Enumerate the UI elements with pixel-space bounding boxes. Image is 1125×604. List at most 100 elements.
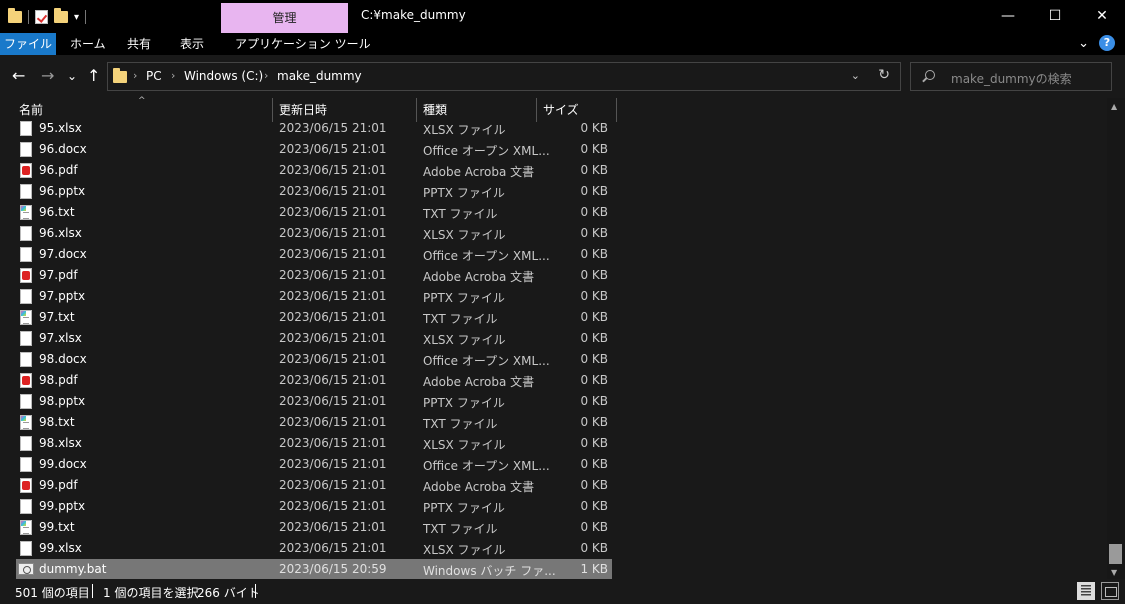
column-header: ^ 名前 更新日時 種類 サイズ [0, 96, 1107, 122]
tab-home[interactable]: ホーム [60, 33, 116, 55]
doc-file-icon [20, 121, 32, 136]
file-date: 2023/06/15 21:01 [279, 499, 387, 513]
selection-size: 266 バイト [197, 586, 260, 600]
vertical-scrollbar[interactable]: ▲ ▼ [1107, 98, 1125, 579]
search-input[interactable]: make_dummyの検索 [910, 62, 1112, 91]
breadcrumb-pc[interactable]: PC [146, 69, 162, 83]
file-row[interactable]: 97.xlsx 2023/06/15 21:01 XLSX ファイル 0 KB [16, 328, 612, 349]
bat-file-icon [18, 563, 34, 575]
file-row[interactable]: 98.txt 2023/06/15 21:01 TXT ファイル 0 KB [16, 412, 612, 433]
file-row[interactable]: 96.xlsx 2023/06/15 21:01 XLSX ファイル 0 KB [16, 223, 612, 244]
file-size: 1 KB [580, 562, 608, 576]
file-date: 2023/06/15 20:59 [279, 562, 387, 576]
file-type: Adobe Acroba 文書 [423, 165, 535, 179]
file-size: 0 KB [580, 163, 608, 177]
column-size[interactable]: サイズ [543, 101, 579, 118]
file-name: 96.pptx [39, 184, 86, 198]
file-row[interactable]: 99.docx 2023/06/15 21:01 Office オープン XML..… [16, 454, 612, 475]
up-button[interactable]: ↑ [87, 65, 100, 87]
new-folder-icon[interactable] [54, 8, 68, 23]
file-date: 2023/06/15 21:01 [279, 331, 387, 345]
file-type: PPTX ファイル [423, 291, 505, 305]
address-dropdown-icon[interactable]: ⌄ [851, 69, 860, 82]
txt-file-icon [20, 415, 32, 430]
column-divider[interactable] [416, 98, 417, 122]
file-row[interactable]: 96.txt 2023/06/15 21:01 TXT ファイル 0 KB [16, 202, 612, 223]
file-size: 0 KB [580, 289, 608, 303]
recent-locations-button[interactable]: ⌄ [67, 65, 77, 87]
column-divider[interactable] [536, 98, 537, 122]
sort-ascending-icon: ^ [138, 96, 146, 106]
scroll-up-icon[interactable]: ▲ [1111, 102, 1117, 111]
breadcrumb-separator: › [264, 69, 269, 82]
refresh-icon[interactable]: ↻ [878, 67, 890, 83]
file-row[interactable]: 96.pdf 2023/06/15 21:01 Adobe Acroba 文書 0 K… [16, 160, 612, 181]
file-row[interactable]: 96.pptx 2023/06/15 21:01 PPTX ファイル 0 KB [16, 181, 612, 202]
file-size: 0 KB [580, 520, 608, 534]
file-row[interactable]: 98.pdf 2023/06/15 21:01 Adobe Acroba 文書 0 K… [16, 370, 612, 391]
address-bar[interactable]: › PC › Windows (C:) › make_dummy ⌄ ↻ [107, 62, 901, 91]
file-type: Adobe Acroba 文書 [423, 375, 535, 389]
file-size: 0 KB [580, 142, 608, 156]
pdf-file-icon [20, 373, 32, 388]
scroll-thumb[interactable] [1109, 544, 1122, 564]
search-icon [925, 70, 935, 80]
doc-file-icon [20, 499, 32, 514]
file-date: 2023/06/15 21:01 [279, 184, 387, 198]
column-date[interactable]: 更新日時 [279, 101, 327, 118]
file-row[interactable]: 97.pptx 2023/06/15 21:01 PPTX ファイル 0 KB [16, 286, 612, 307]
status-divider [92, 584, 93, 598]
file-type: PPTX ファイル [423, 186, 505, 200]
customize-toolbar-icon[interactable]: ▾ [74, 12, 79, 23]
file-row[interactable]: 97.docx 2023/06/15 21:01 Office オープン XML..… [16, 244, 612, 265]
expand-ribbon-icon[interactable]: ⌄ [1078, 36, 1089, 51]
file-row[interactable]: 99.xlsx 2023/06/15 21:01 XLSX ファイル 0 KB [16, 538, 612, 559]
tab-share[interactable]: 共有 [117, 33, 161, 55]
forward-button[interactable]: → [41, 65, 54, 87]
file-type: PPTX ファイル [423, 396, 505, 410]
file-type: Windows バッチ ファ... [423, 564, 556, 578]
file-row[interactable]: 99.txt 2023/06/15 21:01 TXT ファイル 0 KB [16, 517, 612, 538]
scroll-down-icon[interactable]: ▼ [1111, 568, 1117, 577]
file-size: 0 KB [580, 352, 608, 366]
file-row[interactable]: dummy.bat 2023/06/15 20:59 Windows バッチ ファ.… [16, 559, 612, 579]
file-row[interactable]: 97.pdf 2023/06/15 21:01 Adobe Acroba 文書 0 K… [16, 265, 612, 286]
large-icons-view-icon[interactable] [1101, 582, 1119, 600]
file-date: 2023/06/15 21:01 [279, 394, 387, 408]
file-row[interactable]: 98.pptx 2023/06/15 21:01 PPTX ファイル 0 KB [16, 391, 612, 412]
column-divider[interactable] [272, 98, 273, 122]
column-divider[interactable] [616, 98, 617, 122]
minimize-button[interactable]: — [985, 0, 1031, 32]
file-row[interactable]: 96.docx 2023/06/15 21:01 Office オープン XML..… [16, 139, 612, 160]
folder-icon[interactable] [8, 8, 22, 23]
file-row[interactable]: 99.pdf 2023/06/15 21:01 Adobe Acroba 文書 0 K… [16, 475, 612, 496]
doc-file-icon [20, 226, 32, 241]
column-type[interactable]: 種類 [423, 101, 447, 118]
back-button[interactable]: ← [12, 65, 25, 87]
tab-file[interactable]: ファイル [0, 33, 56, 55]
file-type: TXT ファイル [423, 312, 498, 326]
file-row[interactable]: 98.xlsx 2023/06/15 21:01 XLSX ファイル 0 KB [16, 433, 612, 454]
help-icon[interactable]: ? [1099, 35, 1115, 51]
maximize-button[interactable]: ☐ [1032, 0, 1078, 32]
file-size: 0 KB [580, 415, 608, 429]
file-name: 98.xlsx [39, 436, 82, 450]
tab-view[interactable]: 表示 [170, 33, 214, 55]
pdf-file-icon [20, 478, 32, 493]
column-name[interactable]: 名前 [19, 101, 43, 118]
file-row[interactable]: 95.xlsx 2023/06/15 21:01 XLSX ファイル 0 KB [16, 120, 612, 139]
file-type: XLSX ファイル [423, 123, 506, 137]
close-button[interactable]: ✕ [1079, 0, 1125, 32]
status-bar: 501 個の項目 1 個の項目を選択 266 バイト [0, 579, 1125, 604]
details-view-icon[interactable] [1077, 582, 1095, 600]
breadcrumb-make-dummy[interactable]: make_dummy [277, 69, 362, 83]
file-size: 0 KB [580, 331, 608, 345]
file-row[interactable]: 99.pptx 2023/06/15 21:01 PPTX ファイル 0 KB [16, 496, 612, 517]
breadcrumb-drive[interactable]: Windows (C:) [184, 69, 263, 83]
properties-icon[interactable] [35, 10, 48, 24]
file-row[interactable]: 98.docx 2023/06/15 21:01 Office オープン XML..… [16, 349, 612, 370]
file-size: 0 KB [580, 226, 608, 240]
file-row[interactable]: 97.txt 2023/06/15 21:01 TXT ファイル 0 KB [16, 307, 612, 328]
tab-application-tools[interactable]: アプリケーション ツール [225, 33, 381, 55]
manage-context-tab[interactable]: 管理 [221, 3, 348, 33]
